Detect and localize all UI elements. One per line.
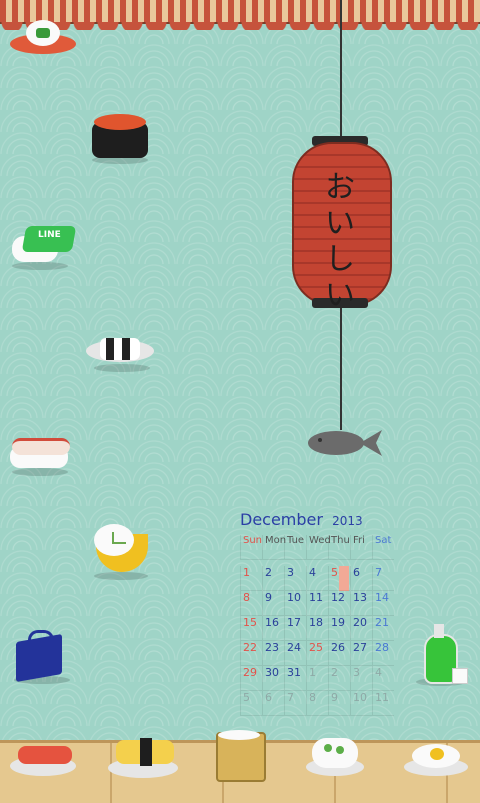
calendar-days: 1 2 3 4 5 6 7 8 9 10 11 12 13 14 15 16 17 18 19 20 21 22 23 24 2… [240,566,400,716]
line-app-icon[interactable]: LINE [8,220,77,270]
dock-rice-tub-icon[interactable] [212,724,268,782]
dock-tamago-icon[interactable] [108,734,180,780]
leaf-icon [36,28,50,38]
calendar-day[interactable]: 1 [306,666,328,691]
onigiri-app-icon[interactable] [86,334,156,372]
sake-app-icon[interactable] [414,622,470,686]
calendar-day[interactable]: 8 [240,591,262,616]
calendar-day[interactable]: 17 [284,616,306,641]
calendar-year: 2013 [332,514,363,528]
calendar-day[interactable]: 29 [240,666,262,691]
calendar-day[interactable]: 22 [240,641,262,666]
calendar-day[interactable]: 26 [328,641,350,666]
calendar-day[interactable]: 10 [350,691,372,716]
calendar-day[interactable]: 4 [306,566,328,591]
calendar-day[interactable]: 6 [350,566,372,591]
dock-gunkan-icon[interactable] [306,732,366,778]
calendar-weekdays: Sun Mon Tue Wed Thu Fri Sat [240,535,400,560]
calendar-day[interactable]: 6 [262,691,284,716]
calendar-day[interactable]: 19 [328,616,350,641]
calendar-day[interactable]: 7 [372,566,394,591]
calendar-day[interactable]: 5 [240,691,262,716]
calendar-day[interactable]: 8 [306,691,328,716]
topping-icon [12,438,70,455]
calendar-day[interactable]: 7 [284,691,306,716]
clock-face-icon [94,524,134,556]
calendar-day[interactable]: 14 [372,591,394,616]
calendar-day[interactable]: 12 [328,591,350,616]
calendar-month: December [240,510,323,529]
calendar-day[interactable]: 31 [284,666,306,691]
calendar-day[interactable]: 21 [372,616,394,641]
calendar-day[interactable]: 3 [284,566,306,591]
calendar-day[interactable]: 18 [306,616,328,641]
calendar-day[interactable]: 9 [262,591,284,616]
lantern-string [340,0,342,144]
clock-app-icon[interactable] [88,520,152,580]
roe-icon [94,114,146,130]
dock-tuna-icon[interactable] [10,740,80,780]
calendar-day[interactable]: 13 [350,591,372,616]
calendar-day[interactable]: 3 [350,666,372,691]
calendar-day[interactable]: 20 [350,616,372,641]
calendar-day[interactable]: 30 [262,666,284,691]
tako-app-icon[interactable] [6,430,72,476]
bag-app-icon[interactable] [10,628,74,684]
calendar-day[interactable]: 11 [372,691,394,716]
sushi-app-icon-1[interactable] [8,18,78,68]
calendar-day[interactable]: 5 [328,566,350,591]
calendar-day[interactable]: 11 [306,591,328,616]
calendar-day[interactable]: 1 [240,566,262,591]
calendar-day[interactable]: 4 [372,666,394,691]
dock-egg-icon[interactable] [404,738,470,778]
calendar-day[interactable]: 10 [284,591,306,616]
calendar-widget[interactable]: December 2013 Sun Mon Tue Wed Thu Fri Sa… [240,510,400,716]
calendar-day[interactable]: 2 [262,566,284,591]
lantern-text: お い し い [325,170,355,313]
calendar-day[interactable]: 27 [350,641,372,666]
calendar-day[interactable]: 16 [262,616,284,641]
calendar-day[interactable]: 28 [372,641,394,666]
calendar-day[interactable]: 24 [284,641,306,666]
cup-icon [452,668,468,684]
calendar-day[interactable]: 9 [328,691,350,716]
fish-pull-icon[interactable] [306,426,384,460]
ikura-app-icon[interactable] [88,110,152,166]
calendar-day[interactable]: 2 [328,666,350,691]
calendar-header: December 2013 [240,510,400,529]
calendar-day[interactable]: 23 [262,641,284,666]
calendar-day[interactable]: 25 [306,641,328,666]
line-label: LINE [38,230,61,240]
calendar-day[interactable]: 15 [240,616,262,641]
